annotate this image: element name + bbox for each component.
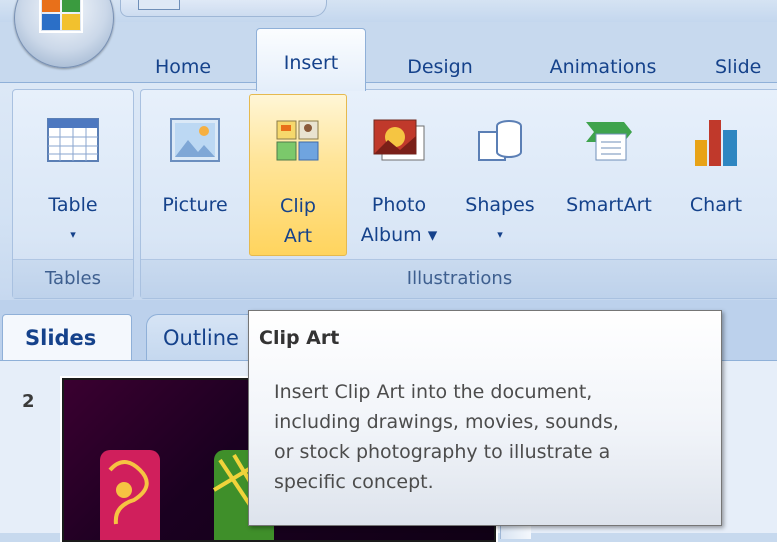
clip-art-label-line2: Art bbox=[283, 225, 313, 247]
table-icon bbox=[47, 118, 99, 162]
group-label-tables: Tables bbox=[13, 259, 133, 298]
tab-insert[interactable]: Insert bbox=[256, 28, 366, 91]
clip-art-label-line1: Clip bbox=[280, 195, 316, 217]
tooltip-line: specific concept. bbox=[274, 471, 434, 493]
chart-label: Chart bbox=[689, 194, 743, 216]
shapes-label: Shapes bbox=[465, 194, 535, 216]
slide-number: 2 bbox=[22, 391, 35, 412]
group-illustrations: Picture Clip Art Photo Album ▾ Shapes ▾ … bbox=[140, 89, 777, 299]
tooltip-line: including drawings, movies, sounds, bbox=[274, 411, 619, 433]
tab-home[interactable]: Home bbox=[138, 48, 228, 84]
title-bar bbox=[0, 0, 777, 22]
tab-design[interactable]: Design bbox=[388, 48, 492, 84]
smartart-icon bbox=[586, 122, 632, 161]
group-label-illustrations: Illustrations bbox=[141, 259, 777, 298]
ribbon: Table ▾ Tables Picture Clip Art Photo Al… bbox=[0, 82, 777, 302]
tab-slides[interactable]: Slides bbox=[2, 314, 132, 360]
chevron-down-icon: ▾ bbox=[497, 228, 503, 241]
photo-album-icon bbox=[373, 119, 425, 161]
qat-item[interactable] bbox=[138, 0, 180, 10]
shapes-icon bbox=[478, 120, 522, 161]
chart-button[interactable]: Chart bbox=[671, 94, 761, 254]
chevron-down-icon: ▾ bbox=[70, 228, 76, 241]
tooltip-line: Insert Clip Art into the document, bbox=[274, 381, 593, 403]
table-label: Table bbox=[48, 194, 98, 216]
tooltip-line: or stock photography to illustrate a bbox=[274, 441, 611, 463]
ribbon-tab-row: Home Insert Design Animations Slide bbox=[0, 22, 777, 91]
tooltip-title: Clip Art bbox=[259, 327, 340, 349]
tooltip-description: Insert Clip Art into the document, inclu… bbox=[274, 377, 714, 497]
smartart-button[interactable]: SmartArt bbox=[553, 94, 665, 254]
clip-art-icon bbox=[276, 120, 319, 161]
shapes-button[interactable]: Shapes ▾ bbox=[453, 94, 547, 254]
smartart-label: SmartArt bbox=[566, 194, 652, 216]
photo-album-label-line2: Album ▾ bbox=[360, 224, 438, 246]
clip-art-tooltip: Clip Art Insert Clip Art into the docume… bbox=[248, 310, 722, 526]
clip-art-button[interactable]: Clip Art bbox=[249, 94, 347, 256]
photo-album-button[interactable]: Photo Album ▾ bbox=[351, 94, 447, 254]
chart-icon bbox=[695, 120, 737, 166]
table-button[interactable]: Table ▾ bbox=[17, 94, 129, 254]
group-tables: Table ▾ Tables bbox=[12, 89, 134, 299]
tab-slide-show[interactable]: Slide bbox=[715, 48, 777, 84]
picture-label: Picture bbox=[162, 194, 228, 216]
photo-album-label-line1: Photo bbox=[371, 194, 427, 216]
tab-animations[interactable]: Animations bbox=[530, 48, 676, 84]
picture-button[interactable]: Picture bbox=[149, 94, 241, 254]
picture-icon bbox=[170, 118, 220, 162]
